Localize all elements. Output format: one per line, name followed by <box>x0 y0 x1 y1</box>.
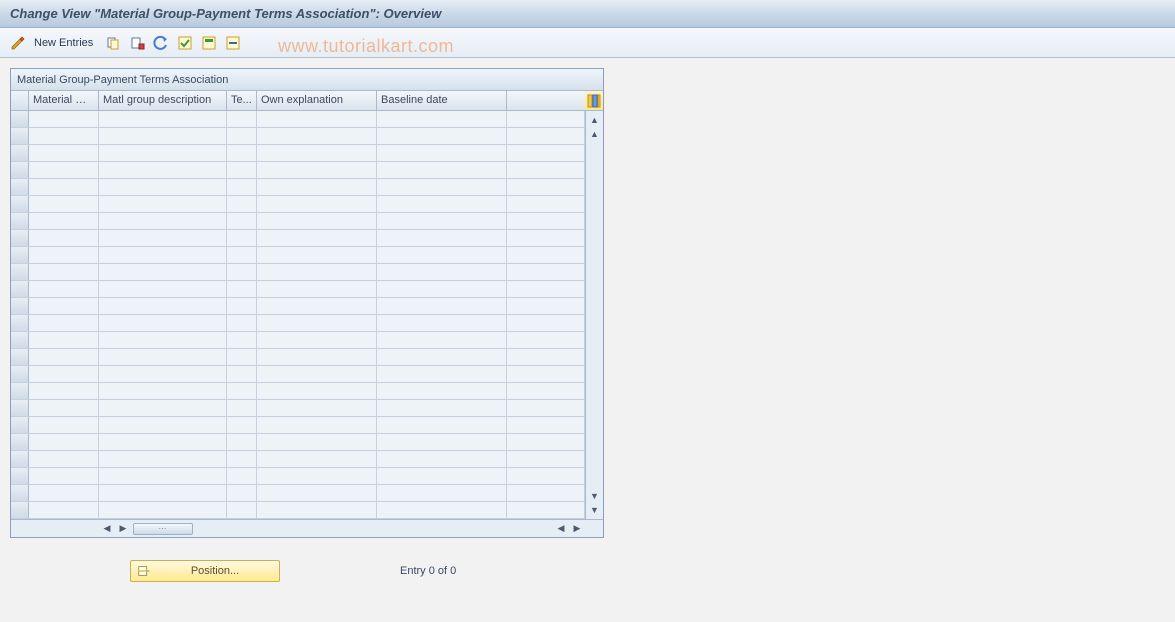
undo-change-button[interactable] <box>151 33 171 53</box>
hscroll-thumb[interactable]: ⋯ <box>133 523 193 535</box>
table-row[interactable] <box>11 400 585 417</box>
scroll-down-button[interactable]: ▼ <box>588 503 602 517</box>
window-title-bar: Change View "Material Group-Payment Term… <box>0 0 1175 28</box>
undo-icon <box>153 35 169 51</box>
scroll-up-button[interactable]: ▲ <box>588 113 602 127</box>
col-own-explanation[interactable]: Own explanation <box>257 91 377 110</box>
scroll-up-step-button[interactable]: ▲ <box>588 127 602 141</box>
select-block-button[interactable] <box>199 33 219 53</box>
new-entries-button[interactable]: New Entries <box>32 37 99 49</box>
table-row[interactable] <box>11 417 585 434</box>
table-row[interactable] <box>11 349 585 366</box>
panel-title: Material Group-Payment Terms Association <box>11 69 603 91</box>
col-terms[interactable]: Te... <box>227 91 257 110</box>
col-matl-group-description[interactable]: Matl group description <box>99 91 227 110</box>
page-title: Change View "Material Group-Payment Term… <box>10 6 441 21</box>
horizontal-scrollbar[interactable]: ◀ ▶ ⋯ ◀ ▶ <box>11 519 603 537</box>
scroll-left-button[interactable]: ◀ <box>100 522 114 536</box>
footer: Position... Entry 0 of 0 <box>130 560 456 582</box>
delete-icon <box>129 35 145 51</box>
deselect-all-button[interactable] <box>223 33 243 53</box>
table-row[interactable] <box>11 485 585 502</box>
table-row[interactable] <box>11 145 585 162</box>
row-selector-header[interactable] <box>11 91 29 110</box>
table-row[interactable] <box>11 281 585 298</box>
table-row[interactable] <box>11 298 585 315</box>
position-button[interactable]: Position... <box>130 560 280 582</box>
entry-count-label: Entry 0 of 0 <box>400 565 456 577</box>
scroll-left-step-button[interactable]: ▶ <box>116 522 130 536</box>
select-all-icon <box>177 35 193 51</box>
table-row[interactable] <box>11 332 585 349</box>
table-row[interactable] <box>11 502 585 519</box>
position-button-label: Position... <box>157 565 273 577</box>
table-settings-button[interactable] <box>585 91 603 110</box>
copy-as-button[interactable] <box>103 33 123 53</box>
position-icon <box>137 564 151 578</box>
table-row[interactable] <box>11 468 585 485</box>
pencil-glasses-icon <box>10 35 26 51</box>
select-block-icon <box>201 35 217 51</box>
scroll-right-button[interactable]: ▶ <box>570 522 584 536</box>
table-row[interactable] <box>11 315 585 332</box>
table-header: Material Gr... Matl group description Te… <box>11 91 603 111</box>
table-config-icon <box>586 93 602 109</box>
scroll-right-step-button[interactable]: ◀ <box>554 522 568 536</box>
deselect-all-icon <box>225 35 241 51</box>
delete-button[interactable] <box>127 33 147 53</box>
table-row[interactable] <box>11 213 585 230</box>
col-filler <box>507 91 585 110</box>
table-row[interactable] <box>11 179 585 196</box>
table-row[interactable] <box>11 434 585 451</box>
toggle-display-change-button[interactable] <box>8 33 28 53</box>
application-toolbar: New Entries <box>0 28 1175 58</box>
table-row[interactable] <box>11 366 585 383</box>
table-body <box>11 111 585 519</box>
vertical-scrollbar[interactable]: ▲ ▲ ▼ ▼ <box>585 111 603 519</box>
table-row[interactable] <box>11 128 585 145</box>
table-row[interactable] <box>11 230 585 247</box>
table-row[interactable] <box>11 111 585 128</box>
scroll-down-step-button[interactable]: ▼ <box>588 489 602 503</box>
table-row[interactable] <box>11 383 585 400</box>
col-baseline-date[interactable]: Baseline date <box>377 91 507 110</box>
select-all-button[interactable] <box>175 33 195 53</box>
table-row[interactable] <box>11 264 585 281</box>
col-material-group[interactable]: Material Gr... <box>29 91 99 110</box>
table: Material Gr... Matl group description Te… <box>11 91 603 537</box>
table-row[interactable] <box>11 196 585 213</box>
table-row[interactable] <box>11 451 585 468</box>
content-area: Material Group-Payment Terms Association… <box>0 58 1175 548</box>
copy-icon <box>105 35 121 51</box>
table-row[interactable] <box>11 247 585 264</box>
table-row[interactable] <box>11 162 585 179</box>
table-panel: Material Group-Payment Terms Association… <box>10 68 604 538</box>
